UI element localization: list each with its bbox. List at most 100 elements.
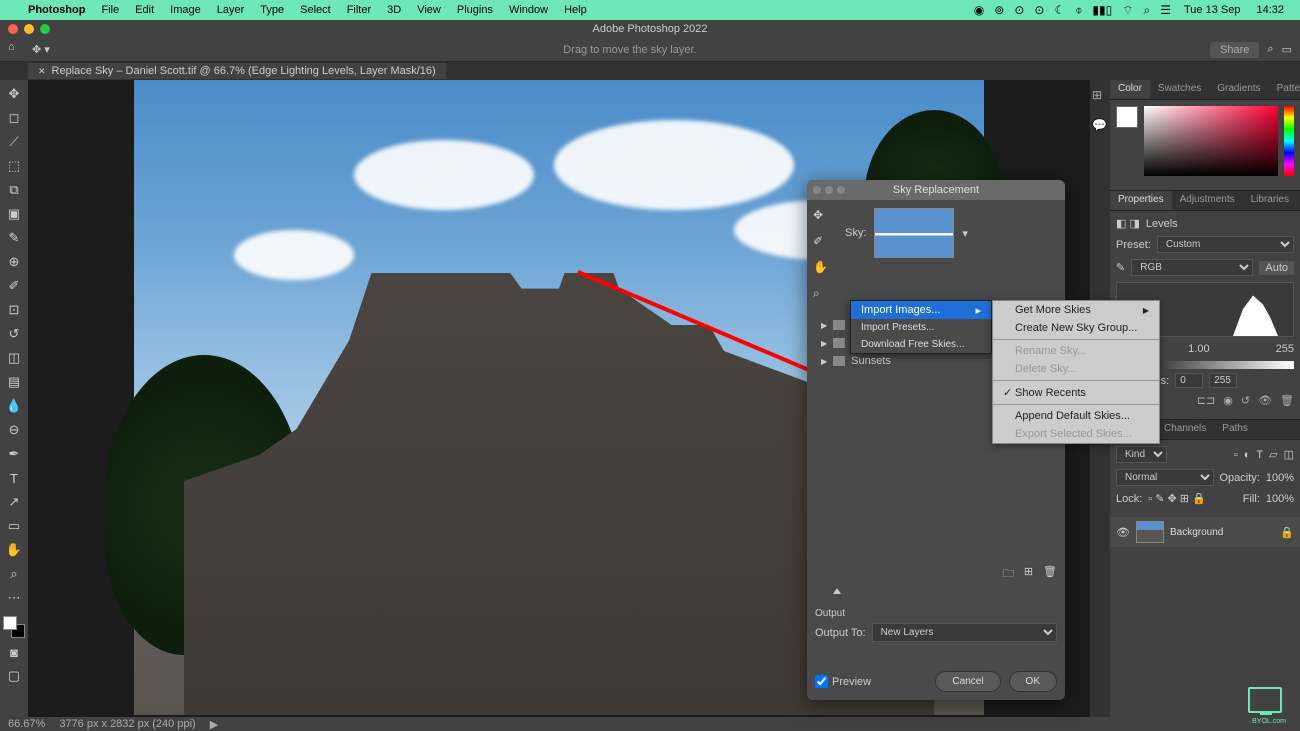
menu-view[interactable]: View — [409, 4, 449, 16]
menu-new-sky-group[interactable]: Create New Sky Group... — [993, 319, 1159, 337]
workspace-icon[interactable]: ▭ — [1282, 43, 1292, 56]
menu-layer[interactable]: Layer — [209, 4, 253, 16]
marquee-tool-icon[interactable]: ◻ — [3, 108, 25, 128]
eyedropper-levels-icon[interactable]: ✎ — [1116, 261, 1125, 274]
stamp-tool-icon[interactable]: ⊡ — [3, 300, 25, 320]
search-icon[interactable]: ⌕ — [1144, 3, 1151, 18]
level-hi-input[interactable] — [1209, 373, 1237, 388]
menu-edit[interactable]: Edit — [127, 4, 162, 16]
move-tool-icon[interactable]: ✥ ▾ — [32, 43, 50, 56]
menubar-time[interactable]: 14:32 — [1248, 4, 1292, 16]
ok-button[interactable]: OK — [1009, 671, 1057, 692]
gradient-tool-icon[interactable]: ▤ — [3, 372, 25, 392]
wifi-icon[interactable]: ⌔ — [1122, 3, 1133, 18]
cancel-button[interactable]: Cancel — [935, 671, 1000, 692]
hue-slider[interactable] — [1284, 106, 1294, 176]
dialog-titlebar[interactable]: Sky Replacement — [807, 180, 1065, 200]
clip-icon[interactable]: ⊏⊐ — [1197, 394, 1215, 407]
shape-tool-icon[interactable]: ▭ — [3, 516, 25, 536]
reset-icon[interactable]: ↺ — [1241, 394, 1250, 407]
color-swatch[interactable] — [1116, 106, 1138, 128]
search-ps-icon[interactable]: ⌕ — [1267, 43, 1273, 56]
document-dimensions[interactable]: 3776 px x 2832 px (240 ppi) — [59, 718, 195, 730]
filter-type-icon[interactable]: T — [1256, 449, 1263, 461]
menu-download-free-skies[interactable]: Download Free Skies... — [851, 336, 991, 353]
level-lo-input[interactable] — [1175, 373, 1203, 388]
layer-thumbnail[interactable] — [1136, 521, 1164, 543]
preset-select[interactable]: Custom — [1157, 236, 1294, 253]
screenmode-icon[interactable]: ▢ — [3, 666, 25, 686]
eyedropper-tool-icon[interactable]: ✎ — [3, 228, 25, 248]
preview-checkbox[interactable]: Preview — [815, 675, 927, 688]
layer-row-background[interactable]: 👁 Background 🔒 — [1110, 517, 1300, 547]
hand-tool-icon[interactable]: ✋ — [3, 540, 25, 560]
menu-filter[interactable]: Filter — [339, 4, 379, 16]
menu-import-images[interactable]: Import Images...▸ — [851, 301, 991, 319]
delete-preset-icon[interactable]: 🗑 — [1043, 565, 1057, 584]
visibility-icon[interactable]: 👁 — [1258, 394, 1272, 407]
zoom-slider-thumb[interactable] — [833, 588, 841, 594]
tab-patterns[interactable]: Patterns — [1269, 80, 1300, 99]
new-folder-icon[interactable]: 🗀 — [1003, 565, 1014, 584]
record-icon[interactable]: ◉ — [974, 3, 984, 17]
sky-hand-tool-icon[interactable]: ✋ — [813, 260, 831, 278]
history-panel-icon[interactable]: ⊞ — [1092, 88, 1108, 104]
frame-tool-icon[interactable]: ▣ — [3, 204, 25, 224]
menu-app[interactable]: Photoshop — [20, 4, 93, 16]
quickmask-icon[interactable]: ◙ — [3, 642, 25, 662]
channel-select[interactable]: RGB — [1131, 259, 1253, 276]
close-tab-icon[interactable]: ✕ — [38, 66, 46, 77]
share-button[interactable]: Share — [1210, 42, 1259, 58]
menu-import-presets[interactable]: Import Presets... — [851, 319, 991, 336]
foreground-background-colors[interactable] — [3, 616, 25, 638]
crop-tool-icon[interactable]: ⧉ — [3, 180, 25, 200]
menu-file[interactable]: File — [93, 4, 127, 16]
tab-channels[interactable]: Channels — [1156, 420, 1214, 439]
menu-3d[interactable]: 3D — [379, 4, 409, 16]
eraser-tool-icon[interactable]: ◫ — [3, 348, 25, 368]
trash-icon[interactable]: 🗑 — [1280, 394, 1294, 407]
minimize-window-icon[interactable] — [24, 24, 34, 34]
color-field[interactable] — [1144, 106, 1278, 176]
filter-adj-icon[interactable]: ◐ — [1244, 449, 1251, 461]
tab-paths[interactable]: Paths — [1214, 420, 1256, 439]
view-icon[interactable]: ◉ — [1223, 394, 1233, 407]
blend-mode-select[interactable]: Normal — [1116, 469, 1214, 486]
zoom-tool-icon[interactable]: ⌕ — [3, 564, 25, 584]
tab-swatches[interactable]: Swatches — [1150, 80, 1209, 99]
menu-append-default-skies[interactable]: Append Default Skies... — [993, 407, 1159, 425]
tab-gradients[interactable]: Gradients — [1209, 80, 1268, 99]
blur-tool-icon[interactable]: 💧 — [3, 396, 25, 416]
tab-libraries[interactable]: Libraries — [1243, 191, 1297, 210]
sky-dropdown-icon[interactable]: ▾ — [962, 227, 968, 240]
healing-tool-icon[interactable]: ⊕ — [3, 252, 25, 272]
new-preset-icon[interactable]: ⊞ — [1024, 565, 1033, 584]
tab-adjustments[interactable]: Adjustments — [1172, 191, 1243, 210]
pen-tool-icon[interactable]: ✒ — [3, 444, 25, 464]
dodge-tool-icon[interactable]: ⊖ — [3, 420, 25, 440]
sky-brush-tool-icon[interactable]: ✐ — [813, 234, 831, 252]
menu-window[interactable]: Window — [501, 4, 556, 16]
sky-move-tool-icon[interactable]: ✥ — [813, 208, 831, 226]
menu-select[interactable]: Select — [292, 4, 339, 16]
layer-kind-select[interactable]: Kind — [1116, 446, 1167, 463]
selection-tool-icon[interactable]: ⬚ — [3, 156, 25, 176]
traffic-lights[interactable] — [8, 24, 50, 34]
filter-shape-icon[interactable]: ▱ — [1269, 448, 1277, 461]
output-to-select[interactable]: New Layers — [872, 623, 1057, 642]
auto-button[interactable]: Auto — [1259, 261, 1294, 275]
moon-icon[interactable]: ☾ — [1054, 3, 1065, 17]
filter-smart-icon[interactable]: ◫ — [1284, 448, 1294, 461]
tab-color[interactable]: Color — [1110, 80, 1150, 99]
menubar-date[interactable]: Tue 13 Sep — [1176, 4, 1248, 16]
bluetooth-icon[interactable]: ⌽ — [1075, 3, 1082, 18]
menu-plugins[interactable]: Plugins — [449, 4, 501, 16]
edit-toolbar-icon[interactable]: ⋯ — [3, 588, 25, 608]
home-icon[interactable]: ⌂ — [8, 41, 26, 59]
play-icon[interactable]: ⊙ — [1014, 3, 1024, 17]
filter-pixel-icon[interactable]: ▫ — [1234, 449, 1238, 461]
path-tool-icon[interactable]: ↗ — [3, 492, 25, 512]
maximize-window-icon[interactable] — [40, 24, 50, 34]
menu-get-more-skies[interactable]: Get More Skies▶ — [993, 301, 1159, 319]
move-tool-icon[interactable]: ✥ — [3, 84, 25, 104]
